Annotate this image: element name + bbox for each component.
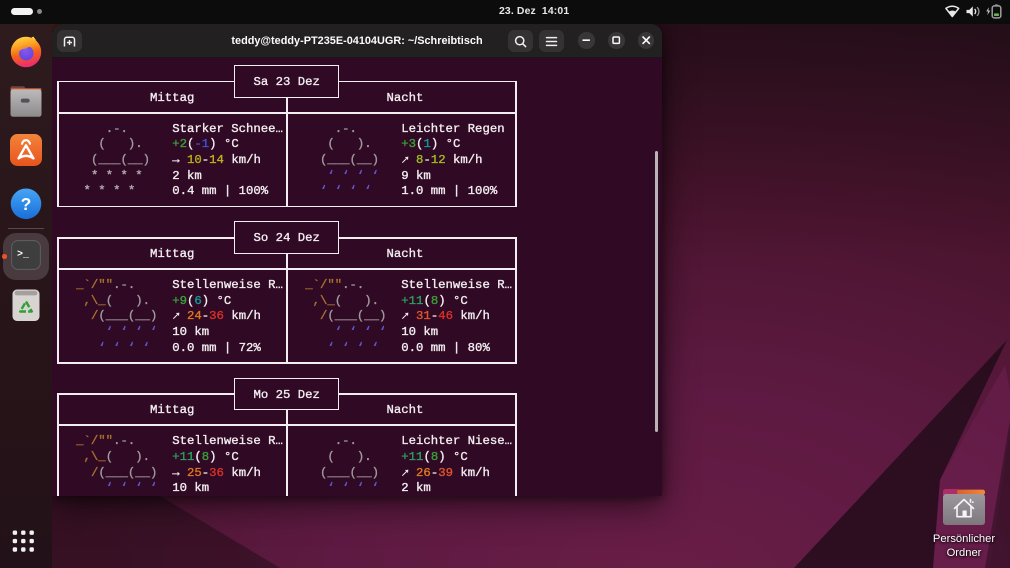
svg-text:>_: >_ <box>17 250 30 261</box>
svg-text:?: ? <box>21 193 32 213</box>
